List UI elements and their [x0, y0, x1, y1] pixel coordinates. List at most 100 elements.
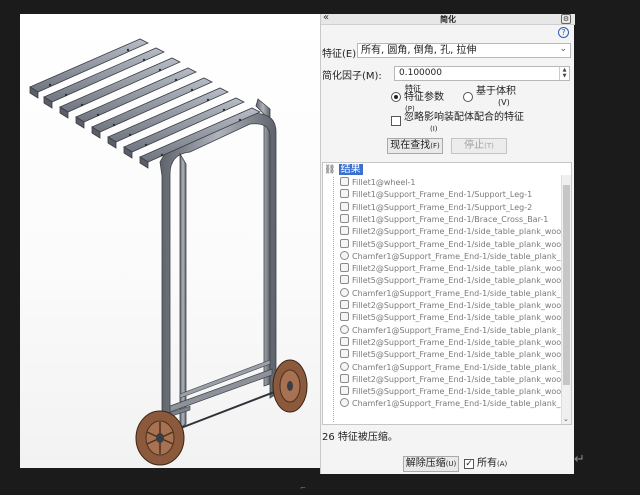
fillet-feature-icon	[340, 336, 349, 346]
list-item-label: Chamfer1@Support_Frame_End-1/side_table_…	[352, 362, 572, 372]
list-item[interactable]: Fillet5@Support_Frame_End-1/side_table_p…	[340, 312, 572, 324]
chevron-down-icon: ⌄	[559, 44, 567, 54]
list-item-label: Fillet1@Support_Frame_End-1/Brace_Cross_…	[352, 214, 549, 224]
list-item-label: Fillet1@Support_Frame_End-1/Support_Leg-…	[352, 190, 533, 200]
fillet-feature-icon	[340, 189, 349, 199]
tree-connector	[333, 177, 334, 422]
factor-value: 0.100000	[399, 68, 442, 78]
list-item[interactable]: Fillet5@Support_Frame_End-1/side_table_p…	[340, 238, 572, 251]
list-item-label: Fillet5@Support_Frame_End-1/side_table_p…	[352, 276, 572, 286]
ignore-mates-key: (I)	[430, 125, 438, 133]
front-wheel	[135, 410, 185, 466]
list-item[interactable]: Fillet5@Support_Frame_End-1/side_table_p…	[340, 275, 572, 287]
list-item-label: Chamfer1@Support_Frame_End-1/side_table_…	[352, 251, 572, 261]
list-item[interactable]: Fillet2@Support_Frame_End-1/side_table_p…	[340, 336, 572, 349]
list-item[interactable]: Fillet1@Support_Frame_End-1/Brace_Cross_…	[340, 213, 549, 226]
fillet-feature-icon	[340, 300, 349, 309]
simplify-pane: « 简化 ⚙ ? 特征(E): 所有, 圆角, 倒角, 孔, 拉伸 ⌄ 简化因子…	[320, 12, 575, 474]
list-item-label: Fillet2@Support_Frame_End-1/side_table_p…	[352, 227, 572, 237]
list-item-label: Chamfer1@Support_Frame_End-1/side_table_…	[352, 325, 572, 335]
results-scrollbar[interactable]: ⌄	[561, 175, 571, 424]
ignore-mates-label: 忽略影响装配体配合的特征	[404, 112, 524, 123]
list-item[interactable]: Chamfer1@Support_Frame_End-1/side_table_…	[340, 250, 572, 263]
pane-title-bar: « 简化 ⚙	[321, 12, 575, 25]
list-item-label: Fillet1@Support_Frame_End-1/Support_Leg-…	[352, 202, 533, 212]
fillet-feature-icon	[340, 386, 349, 396]
list-item[interactable]: Fillet1@Support_Frame_End-1/Support_Leg-…	[340, 189, 532, 201]
list-item-label: Fillet1@wheel-1	[352, 178, 416, 187]
list-item[interactable]: Chamfer1@Support_Frame_End-1/side_table_…	[340, 324, 572, 337]
list-item-label: Fillet2@Support_Frame_End-1/side_table_p…	[352, 337, 572, 347]
factor-label: 简化因子(M):	[322, 71, 382, 82]
cursor-mark: ⌐	[300, 484, 306, 492]
unsuppress-button[interactable]: 解除压缩(U)	[403, 456, 459, 472]
list-item[interactable]: Chamfer1@Support_Frame_End-1/side_table_…	[340, 361, 572, 374]
list-item-label: Chamfer1@Support_Frame_End-1/side_table_…	[352, 399, 572, 409]
radio-feature-params-label: 特征参数	[404, 92, 444, 103]
help-icon[interactable]: ?	[558, 27, 569, 38]
list-item-label: Chamfer1@Support_Frame_End-1/side_table_…	[352, 288, 572, 298]
chamfer-feature-icon	[340, 398, 349, 408]
radio-feature-params[interactable]	[391, 92, 401, 102]
list-item-label: Fillet5@Support_Frame_End-1/side_table_p…	[352, 387, 572, 397]
settings-icon[interactable]: ⚙	[561, 14, 571, 24]
results-header: ⛓ 结果	[324, 164, 363, 176]
fillet-feature-icon	[340, 238, 349, 248]
list-item[interactable]: Fillet5@Support_Frame_End-1/side_table_p…	[340, 386, 572, 398]
chamfer-feature-icon	[340, 361, 349, 371]
list-item[interactable]: Fillet5@Support_Frame_End-1/side_table_p…	[340, 349, 572, 361]
factor-input[interactable]: 0.100000 ▲ ▼	[394, 66, 570, 81]
list-item[interactable]: Chamfer1@Support_Frame_End-1/side_table_…	[340, 287, 572, 300]
all-checkbox[interactable]: ✓	[464, 459, 474, 469]
list-item-label: Fillet2@Support_Frame_End-1/side_table_p…	[352, 264, 572, 274]
stop-button[interactable]: 停止(T)	[451, 138, 507, 154]
fillet-feature-icon	[340, 263, 349, 273]
list-item[interactable]: Fillet1@Support_Frame_End-1/Support_Leg-…	[340, 201, 533, 214]
list-item[interactable]: Fillet2@Support_Frame_End-1/side_table_p…	[340, 226, 572, 238]
fillet-feature-icon	[340, 349, 349, 359]
fillet-feature-icon	[340, 373, 349, 383]
list-item-label: Fillet2@Support_Frame_End-1/side_table_p…	[352, 374, 572, 384]
results-list[interactable]: ⛓ 结果 Fillet1@wheel-1 Fillet1@Support_Fram…	[322, 162, 572, 425]
radio-body-volume[interactable]	[463, 92, 473, 102]
fillet-feature-icon	[340, 177, 349, 186]
list-item-label: Fillet5@Support_Frame_End-1/side_table_p…	[352, 239, 572, 249]
fillet-feature-icon	[340, 213, 349, 223]
chamfer-feature-icon	[340, 250, 349, 260]
fillet-feature-icon	[340, 275, 349, 285]
list-item[interactable]: Fillet2@Support_Frame_End-1/side_table_p…	[340, 300, 572, 312]
scroll-down-icon[interactable]: ⌄	[563, 415, 569, 423]
feature-select-value: 所有, 圆角, 倒角, 孔, 拉伸	[361, 45, 477, 56]
find-now-button[interactable]: 现在查找(F)	[387, 138, 443, 154]
stop-key: (T)	[484, 142, 494, 150]
list-item[interactable]: Fillet1@wheel-1	[340, 177, 416, 189]
feature-select[interactable]: 所有, 圆角, 倒角, 孔, 拉伸 ⌄	[357, 43, 571, 58]
fillet-feature-icon	[340, 201, 349, 211]
list-item-label: Fillet2@Support_Frame_End-1/side_table_p…	[352, 301, 572, 310]
unsuppress-key: (U)	[445, 460, 457, 468]
list-item-label: Fillet5@Support_Frame_End-1/side_table_p…	[352, 313, 572, 323]
list-item[interactable]: Fillet2@Support_Frame_End-1/side_table_p…	[340, 263, 572, 275]
ignore-mates-checkbox[interactable]	[391, 116, 401, 126]
list-item[interactable]: Fillet2@Support_Frame_End-1/side_table_p…	[340, 373, 572, 386]
rear-wheel	[272, 359, 308, 413]
unsuppress-label: 解除压缩	[405, 458, 446, 469]
status-text: 26 特征被压缩。	[322, 432, 398, 443]
scrollbar-thumb[interactable]	[563, 185, 570, 385]
results-header-label: 结果	[338, 164, 363, 175]
all-label: 所有(A)	[477, 458, 508, 469]
return-icon: ↵	[574, 452, 585, 467]
list-item[interactable]: Chamfer1@Support_Frame_End-1/side_table_…	[340, 398, 572, 410]
list-item-label: Fillet5@Support_Frame_End-1/side_table_p…	[352, 350, 572, 360]
fillet-feature-icon	[340, 226, 349, 236]
factor-spinner[interactable]: ▲ ▼	[559, 67, 569, 80]
chamfer-feature-icon	[340, 324, 349, 334]
fillet-feature-icon	[340, 312, 349, 322]
assembly-icon: ⛓	[324, 165, 336, 175]
find-now-key: (F)	[430, 142, 440, 150]
stop-label: 停止	[464, 140, 485, 151]
cart-model	[29, 38, 308, 466]
app-window: « 简化 ⚙ ? 特征(E): 所有, 圆角, 倒角, 孔, 拉伸 ⌄ 简化因子…	[0, 0, 640, 495]
model-viewport[interactable]	[20, 14, 320, 468]
chamfer-feature-icon	[340, 287, 349, 297]
